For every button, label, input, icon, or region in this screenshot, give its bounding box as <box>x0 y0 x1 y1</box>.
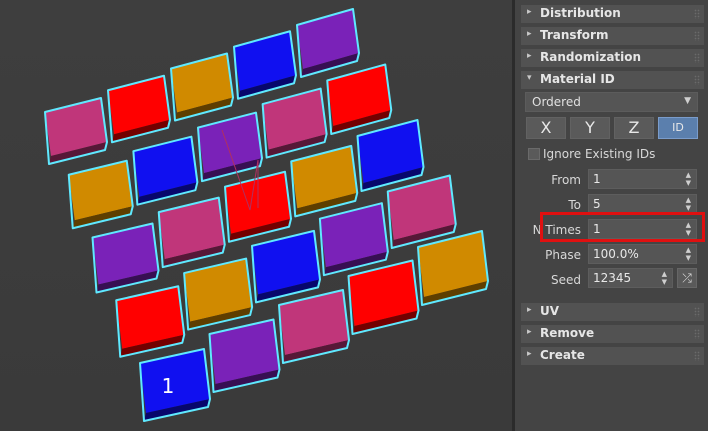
viewport[interactable]: 1 <box>0 0 512 431</box>
rollout-title: Create <box>540 348 585 362</box>
rollout-title: Distribution <box>540 6 621 20</box>
expand-arrow-icon: ▸ <box>527 327 532 337</box>
collapse-arrow-icon: ▾ <box>527 73 532 83</box>
shuffle-seed-icon[interactable]: ⤮ <box>677 268 697 288</box>
spinner-arrows-icon[interactable]: ▲ ▼ <box>662 270 667 286</box>
id-button[interactable]: ID <box>658 117 698 139</box>
ignore-existing-ids-label: Ignore Existing IDs <box>543 147 656 161</box>
grip-icon[interactable] <box>694 53 700 63</box>
rollout-title: Remove <box>540 326 595 340</box>
seed-spinner[interactable]: 12345 ▲ ▼ <box>588 268 673 288</box>
expand-arrow-icon: ▸ <box>527 349 532 359</box>
grip-icon[interactable] <box>694 307 700 317</box>
axis-y-button[interactable]: Y <box>570 117 610 139</box>
cube-grid-scene[interactable]: 1 <box>0 0 512 431</box>
rollout-title: UV <box>540 304 560 318</box>
rollout-uv[interactable]: ▸ UV <box>521 303 704 321</box>
to-label: To <box>568 198 581 212</box>
rollout-title: Material ID <box>540 72 615 86</box>
rollout-material-id[interactable]: ▾ Material ID <box>521 71 704 89</box>
axis-x-button[interactable]: X <box>526 117 566 139</box>
grip-icon[interactable] <box>694 9 700 19</box>
expand-arrow-icon: ▸ <box>527 7 532 17</box>
rollout-title: Transform <box>540 28 609 42</box>
expand-arrow-icon: ▸ <box>527 51 532 61</box>
mode-dropdown[interactable]: Ordered ▼ <box>525 92 698 112</box>
seed-value: 12345 <box>593 271 632 285</box>
rollout-remove[interactable]: ▸ Remove <box>521 325 704 343</box>
rollout-distribution[interactable]: ▸ Distribution <box>521 5 704 23</box>
spinner-arrows-icon[interactable]: ▲ ▼ <box>686 196 691 212</box>
grip-icon[interactable] <box>694 31 700 41</box>
from-value: 1 <box>593 172 601 186</box>
spinner-arrows-icon[interactable]: ▲ ▼ <box>686 246 691 262</box>
mode-value: Ordered <box>532 95 581 109</box>
command-panel: ▸ Distribution ▸ Transform ▸ Randomizati… <box>515 0 708 431</box>
expand-arrow-icon: ▸ <box>527 305 532 315</box>
phase-spinner[interactable]: 100.0% ▲ ▼ <box>588 244 697 264</box>
cube-id-label: 1 <box>162 374 175 398</box>
spinner-arrows-icon[interactable]: ▲ ▼ <box>686 171 691 187</box>
rollout-title: Randomization <box>540 50 642 64</box>
axis-z-button[interactable]: Z <box>614 117 654 139</box>
seed-label: Seed <box>551 273 581 287</box>
to-spinner[interactable]: 5 ▲ ▼ <box>588 194 697 214</box>
ignore-existing-ids-checkbox[interactable] <box>528 148 540 160</box>
chevron-down-icon: ▼ <box>684 96 691 106</box>
grip-icon[interactable] <box>694 351 700 361</box>
expand-arrow-icon: ▸ <box>527 29 532 39</box>
to-value: 5 <box>593 197 601 211</box>
phase-label: Phase <box>545 248 581 262</box>
rollout-create[interactable]: ▸ Create <box>521 347 704 365</box>
from-spinner[interactable]: 1 ▲ ▼ <box>588 169 697 189</box>
rollout-randomization[interactable]: ▸ Randomization <box>521 49 704 67</box>
rollout-transform[interactable]: ▸ Transform <box>521 27 704 45</box>
grip-icon[interactable] <box>694 75 700 85</box>
from-label: From <box>551 173 581 187</box>
grip-icon[interactable] <box>694 329 700 339</box>
phase-value: 100.0% <box>593 247 639 261</box>
highlight-box <box>540 212 705 242</box>
